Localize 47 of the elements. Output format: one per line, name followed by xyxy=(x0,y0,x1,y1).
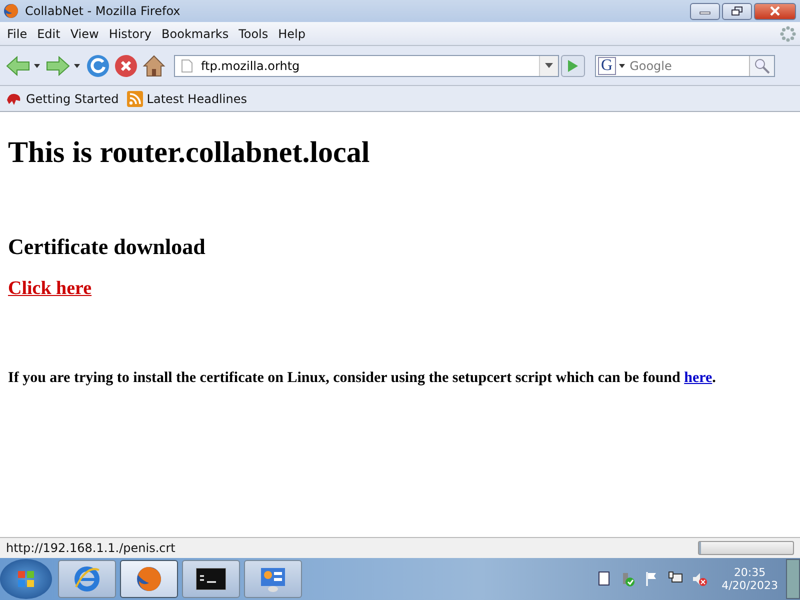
window-title: CollabNet - Mozilla Firefox xyxy=(25,4,180,18)
note-paragraph: If you are trying to install the certificate on Linux, consider using the setupcert script which can be found here. xyxy=(8,370,717,387)
minimize-button[interactable] xyxy=(690,2,720,20)
close-icon[interactable] xyxy=(769,6,781,16)
menu-item[interactable]: File xyxy=(2,24,32,42)
restore-button[interactable] xyxy=(722,2,752,20)
menu-item[interactable]: History xyxy=(104,24,157,42)
bookmark-item[interactable]: Latest Headlines xyxy=(126,90,247,106)
bookmark-item[interactable]: Getting Started xyxy=(6,90,119,106)
address-bar[interactable]: ftp.mozilla.orhtg xyxy=(174,54,559,76)
show-desktop-button[interactable] xyxy=(786,559,800,599)
globe-icon xyxy=(3,3,19,19)
search-box[interactable]: G Google xyxy=(595,54,775,76)
restore-icon[interactable] xyxy=(731,6,743,16)
fox-globe-icon[interactable] xyxy=(135,565,163,593)
bookmark-label[interactable]: Latest Headlines xyxy=(146,92,247,106)
speaker-muted-icon[interactable] xyxy=(692,571,708,587)
e-logo-icon[interactable] xyxy=(73,565,101,593)
close-button[interactable] xyxy=(754,2,796,20)
page-subheading: Certificate download xyxy=(8,234,206,260)
document-icon[interactable] xyxy=(596,571,612,587)
search-engine-button[interactable]: G xyxy=(598,56,616,74)
page-icon xyxy=(181,58,193,72)
rss-icon xyxy=(126,90,143,106)
control-panel-icon[interactable] xyxy=(259,565,287,593)
status-text: http://192.168.1.1./penis.crt xyxy=(6,541,176,555)
taskbar-button[interactable] xyxy=(182,560,240,598)
menu-item[interactable]: Edit xyxy=(32,24,66,42)
start-button[interactable] xyxy=(0,559,52,599)
search-icon[interactable] xyxy=(749,56,774,76)
dropdown-caret-icon[interactable] xyxy=(539,56,558,76)
windows-logo-icon[interactable] xyxy=(16,569,36,589)
taskbar-button[interactable] xyxy=(120,560,178,598)
here-link[interactable]: here xyxy=(684,370,712,386)
menu-item[interactable]: View xyxy=(65,24,104,42)
menu-item[interactable]: Help xyxy=(273,24,310,42)
bookmark-label[interactable]: Getting Started xyxy=(26,92,119,106)
page-heading: This is router.collabnet.local xyxy=(8,136,371,170)
terminal-icon[interactable] xyxy=(196,568,226,590)
play-arrow-icon[interactable] xyxy=(567,58,579,72)
throbber-icon xyxy=(780,26,796,42)
dropdown-caret-icon[interactable] xyxy=(72,62,82,70)
download-link[interactable]: Click here xyxy=(8,278,92,300)
dropdown-caret-icon[interactable] xyxy=(32,62,42,70)
dropdown-caret-icon[interactable] xyxy=(618,64,625,68)
menu-item[interactable]: Tools xyxy=(234,24,274,42)
menu-item[interactable]: Bookmarks xyxy=(156,24,234,42)
